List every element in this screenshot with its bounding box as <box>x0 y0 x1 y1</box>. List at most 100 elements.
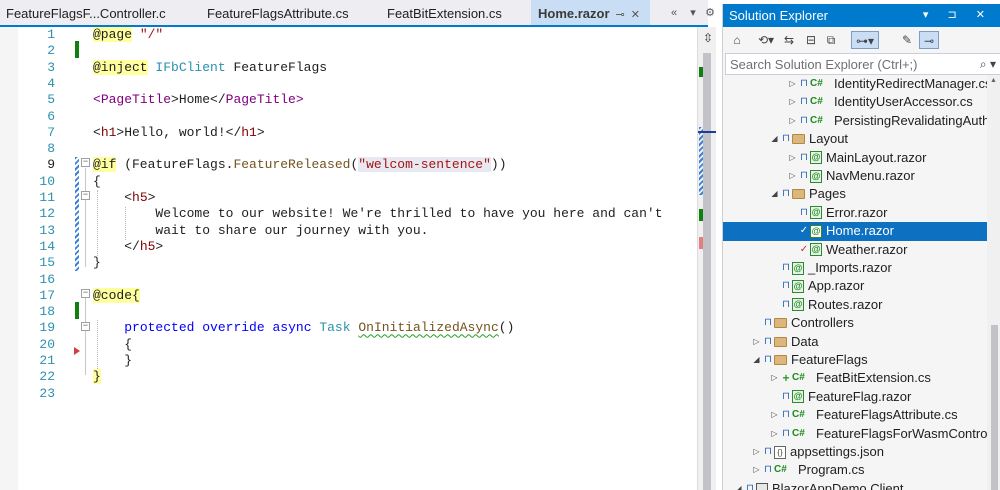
tab-featureflags-attribute[interactable]: FeatureFlagsAttribute.cs <box>207 0 352 25</box>
switch-views-icon[interactable]: ⊶▾ <box>851 31 879 49</box>
scroll-up-icon[interactable]: ▲ <box>990 77 997 84</box>
tree-node[interactable]: ▷ ⊓ @ NavMenu.razor <box>723 167 987 185</box>
tree-node[interactable]: ▷ ⊓{} appsettings.json <box>723 443 987 461</box>
tree-node[interactable]: ⊓ @ FeatureFlag.razor <box>723 388 987 406</box>
collapsed-arrow-icon[interactable]: ▷ <box>769 406 780 424</box>
line-number: 22 <box>39 369 55 385</box>
folder-icon <box>792 134 805 145</box>
collapsed-arrow-icon[interactable]: ▷ <box>787 149 798 167</box>
tree-node[interactable]: ▷ ⊓ C# Program.cs <box>723 461 987 479</box>
collapsed-arrow-icon[interactable]: ▷ <box>751 461 762 479</box>
tree-node[interactable]: ◢ ⊓ FeatureFlags <box>723 351 987 369</box>
solution-explorer-title-bar: Solution Explorer ▾ ⊐ ✕ <box>723 4 1000 27</box>
line-number: 4 <box>47 75 55 91</box>
home-icon[interactable]: ⌂ <box>729 31 745 49</box>
line-number: 8 <box>47 141 55 157</box>
tree-node[interactable]: ⊓ @ Routes.razor <box>723 296 987 314</box>
code-line: @code{ <box>93 287 140 303</box>
solution-tree-scrollbar[interactable]: ▲ <box>987 75 1000 490</box>
line-number: 19 <box>39 320 55 336</box>
expanded-arrow-icon[interactable]: ◢ <box>769 130 780 148</box>
tab-home-razor[interactable]: Home.razor ⊸ ✕ <box>531 0 650 25</box>
tree-node[interactable]: ⊓ @ App.razor <box>723 277 987 295</box>
window-controls-icon[interactable]: ▾ ⊐ ✕ <box>923 4 993 27</box>
tree-node[interactable]: ▷ ⊓ @ MainLayout.razor <box>723 149 987 167</box>
show-all-files-icon[interactable]: ⧉ <box>823 31 839 49</box>
lock-icon: ⊓ <box>782 188 790 200</box>
lock-icon: ⊓ <box>764 317 772 329</box>
expanded-arrow-icon[interactable]: ◢ <box>733 480 744 490</box>
tree-node-label: FeatureFlag.razor <box>808 388 912 404</box>
collapsed-arrow-icon[interactable]: ▷ <box>787 75 798 93</box>
code-editor[interactable]: − − − − 1 @page "/" 2 3 @inject IFbClien… <box>0 27 697 490</box>
tree-node[interactable]: ◢ ⊓ Pages <box>723 185 987 203</box>
lock-icon: ⊓ <box>782 280 790 292</box>
lock-icon: ⊓ <box>800 170 808 181</box>
properties-icon[interactable]: ✎ <box>899 31 915 49</box>
tab-featureflags-controller[interactable]: FeatureFlagsF...Controller.cs <box>6 0 166 25</box>
collapsed-arrow-icon[interactable]: ▷ <box>769 425 780 443</box>
tree-node[interactable]: ▷ ⊓ C# FeatureFlagsAttribute.cs <box>723 406 987 424</box>
folder-icon <box>774 318 787 329</box>
tree-node-label: FeatureFlags <box>791 352 868 367</box>
tree-node[interactable]: ✓ @ Home.razor <box>723 222 987 241</box>
tab-list-dropdown-icon[interactable]: ▾ <box>686 4 700 22</box>
line-number: 13 <box>39 222 55 238</box>
collapsed-arrow-icon[interactable]: ▷ <box>787 112 798 130</box>
split-editor-icon[interactable]: ⇳ <box>702 31 714 45</box>
pending-changes-icon[interactable]: ⇆ <box>781 31 797 49</box>
preview-icon[interactable]: ⊸ <box>919 31 939 49</box>
tree-node[interactable]: ⊓ Controllers <box>723 314 987 332</box>
code-line: @page "/" <box>93 27 164 42</box>
editor-vertical-scrollbar[interactable]: ⇳ <box>697 27 716 490</box>
lock-icon: ⊓ <box>782 409 790 421</box>
expanded-arrow-icon[interactable]: ◢ <box>751 351 762 369</box>
tree-node[interactable]: ▷ ⊓ C# FeatureFlagsForWasmController <box>723 425 987 443</box>
collapsed-arrow-icon[interactable]: ▷ <box>769 369 780 387</box>
scrollbar-thumb[interactable] <box>991 325 998 490</box>
line-number: 20 <box>39 336 55 352</box>
tree-node[interactable]: ◢ ⊓ BlazorAppDemo.Client <box>723 480 987 490</box>
collapse-all-icon[interactable]: ⊟ <box>803 31 819 49</box>
expanded-arrow-icon[interactable]: ◢ <box>769 185 780 203</box>
collapsed-arrow-icon[interactable]: ▷ <box>787 167 798 185</box>
collapsed-arrow-icon[interactable]: ▷ <box>751 333 762 351</box>
tree-node[interactable]: ▷ + C# FeatBitExtension.cs <box>723 369 987 387</box>
solution-search-box[interactable]: ⌕ ▾ <box>725 53 1000 75</box>
scroll-tabs-left-icon[interactable]: « <box>667 4 681 22</box>
code-line: Welcome to our website! We're thrilled t… <box>93 206 663 222</box>
tree-node-label: FeatureFlagsAttribute.cs <box>816 407 958 423</box>
tree-node[interactable]: ▷ ⊓ Data <box>723 333 987 351</box>
sync-icon[interactable]: ⟲▾ <box>755 31 777 49</box>
csharp-file-icon: C# <box>810 78 823 89</box>
csharp-file-icon: C# <box>810 96 823 108</box>
collapsed-arrow-icon[interactable]: ▷ <box>751 443 762 461</box>
solution-tree[interactable]: ▷ ⊓ C# IdentityRedirectManager.cs ▷ ⊓ C# Identi… <box>723 75 987 490</box>
csharp-file-icon: C# <box>810 114 823 126</box>
razor-file-icon: @ <box>792 390 804 404</box>
line-number: 5 <box>47 92 55 108</box>
collapsed-arrow-icon[interactable]: ▷ <box>787 93 798 111</box>
search-input[interactable] <box>730 56 965 72</box>
settings-gear-icon[interactable]: ⚙ <box>703 4 717 22</box>
lock-icon: ⊓ <box>800 114 808 126</box>
razor-file-icon: @ <box>792 279 804 293</box>
tree-node[interactable]: ⊓ @ _Imports.razor <box>723 259 987 277</box>
tab-featbit-extension[interactable]: FeatBitExtension.cs <box>387 0 507 25</box>
pin-icon[interactable]: ⊸ <box>616 1 625 23</box>
code-line: protected override async Task OnInitiali… <box>124 320 515 336</box>
tab-title: FeatBitExtension.cs <box>387 6 502 21</box>
csharp-file-icon: C# <box>792 409 805 421</box>
tree-node[interactable]: ◢ ⊓ Layout <box>723 130 987 148</box>
search-icon[interactable]: ⌕ ▾ <box>980 54 996 74</box>
tree-node[interactable]: ⊓ @ Error.razor <box>723 204 987 222</box>
lock-icon: ⊓ <box>764 446 772 457</box>
tree-node[interactable]: ✓ @ Weather.razor <box>723 241 987 259</box>
close-icon[interactable]: ✕ <box>631 1 640 23</box>
tree-node[interactable]: ▷ ⊓ C# PersistingRevalidatingAuther <box>723 112 987 130</box>
csharp-file-icon: C# <box>792 427 805 439</box>
tree-node[interactable]: ▷ ⊓ C# IdentityUserAccessor.cs <box>723 93 987 111</box>
tree-node[interactable]: ▷ ⊓ C# IdentityRedirectManager.cs <box>723 75 987 93</box>
panel-title: Solution Explorer <box>729 8 828 23</box>
scrollbar-thumb[interactable] <box>703 53 711 490</box>
